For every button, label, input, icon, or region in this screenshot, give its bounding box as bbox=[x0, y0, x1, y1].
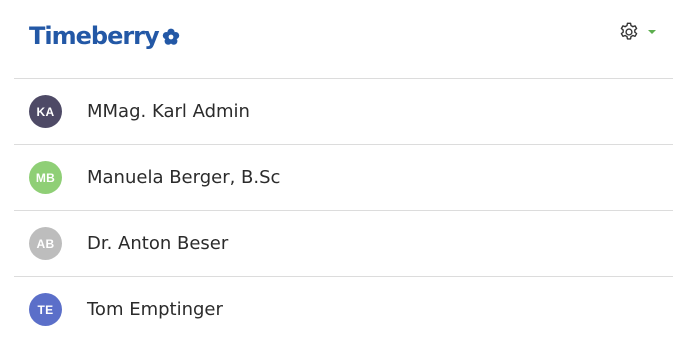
avatar: TE bbox=[29, 293, 62, 326]
caret-down-icon[interactable] bbox=[648, 30, 656, 34]
flower-icon bbox=[161, 27, 181, 47]
avatar: AB bbox=[29, 227, 62, 260]
settings-menu-button[interactable] bbox=[618, 20, 656, 44]
user-name: MMag. Karl Admin bbox=[87, 101, 250, 122]
user-row[interactable]: TE Tom Emptinger bbox=[14, 277, 673, 342]
timeberry-logo[interactable]: Timeberry bbox=[29, 19, 181, 53]
user-name: Tom Emptinger bbox=[87, 299, 223, 320]
user-list: KA MMag. Karl Admin MB Manuela Berger, B… bbox=[14, 78, 673, 342]
user-name: Manuela Berger, B.Sc bbox=[87, 167, 281, 188]
avatar: KA bbox=[29, 95, 62, 128]
logo-text: Timeberry bbox=[29, 22, 160, 50]
gear-icon[interactable] bbox=[618, 21, 640, 43]
user-row[interactable]: KA MMag. Karl Admin bbox=[14, 79, 673, 145]
user-name: Dr. Anton Beser bbox=[87, 233, 229, 254]
user-row[interactable]: AB Dr. Anton Beser bbox=[14, 211, 673, 277]
avatar: MB bbox=[29, 161, 62, 194]
user-row[interactable]: MB Manuela Berger, B.Sc bbox=[14, 145, 673, 211]
header: Timeberry bbox=[0, 0, 689, 78]
